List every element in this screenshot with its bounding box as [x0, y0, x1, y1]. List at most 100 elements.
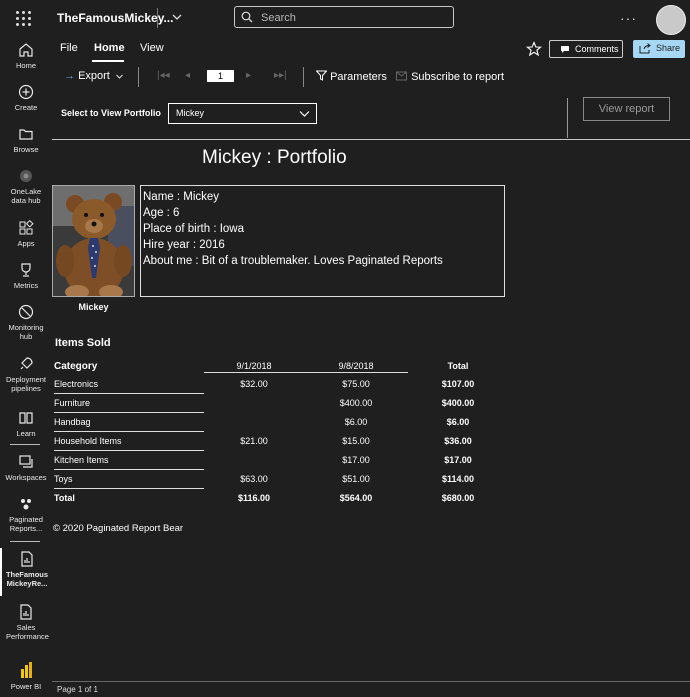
nav-label: Browse — [13, 145, 39, 154]
profile-about: About me : Bit of a troublemaker. Loves … — [143, 255, 443, 267]
table-row: Electronics $32.00 $75.00 $107.00 — [54, 375, 508, 394]
previous-page-icon[interactable]: ◂ — [185, 70, 190, 81]
share-button[interactable]: Share — [633, 40, 685, 58]
paginated-workspace-icon — [21, 499, 31, 510]
export-label: Export — [78, 70, 110, 82]
app-launcher-icon[interactable] — [14, 9, 34, 29]
total-cell: $400.00 — [441, 398, 475, 408]
nav-thefamousmickey-report[interactable]: TheFamous MickeyRe... — [0, 548, 52, 596]
table-row: Furniture $400.00 $400.00 — [54, 393, 508, 413]
nav-workspaces[interactable]: Workspaces — [0, 454, 52, 482]
value-cell: $51.00 — [342, 474, 370, 484]
rocket-icon — [20, 357, 33, 370]
chevron-down-icon — [299, 111, 310, 117]
workspaces-icon — [19, 455, 33, 468]
total-value-cell: $116.00 — [237, 492, 271, 503]
total-label-cell: Total — [54, 493, 75, 503]
export-button[interactable]: → Export — [64, 70, 124, 82]
menu-home[interactable]: Home — [94, 42, 125, 54]
parameters-button[interactable]: Parameters — [315, 70, 387, 83]
subscribe-mail-icon — [396, 71, 407, 81]
nav-learn[interactable]: Learn — [0, 410, 52, 438]
value-cell: $6.00 — [344, 417, 368, 427]
photo-caption: Mickey — [78, 302, 109, 312]
top-bar: TheFamousMickey... ··· — [0, 0, 690, 36]
avatar[interactable] — [656, 5, 686, 35]
more-options-icon[interactable]: ··· — [620, 10, 637, 26]
teddy-bear-photo — [52, 185, 135, 297]
category-cell: Household Items — [54, 431, 204, 451]
profile-name: Name : Mickey — [143, 191, 220, 203]
page-number-input[interactable]: 1 — [207, 70, 234, 82]
portfolio-select[interactable]: Mickey — [168, 103, 317, 124]
nav-paginated-reports-workspace[interactable]: Paginated Reports... — [0, 496, 52, 533]
nav-label: Paginated Reports... — [9, 515, 43, 533]
nav-create[interactable]: Create — [0, 84, 52, 112]
report-title-breadcrumb[interactable]: TheFamousMickey... — [57, 11, 173, 25]
nav-metrics[interactable]: Metrics — [0, 262, 52, 290]
total-cell: $36.00 — [444, 436, 472, 446]
export-arrow-icon: → — [64, 70, 75, 82]
category-cell: Electronics — [54, 375, 204, 394]
next-page-icon[interactable]: ▸ — [246, 70, 251, 81]
comments-label: Comments — [575, 44, 619, 54]
nav-label: Workspaces — [5, 473, 47, 482]
profile-age: Age : 6 — [143, 207, 180, 219]
value-cell — [204, 413, 304, 432]
nav-onelake[interactable]: OneLake data hub — [0, 168, 52, 205]
comment-icon — [561, 46, 569, 53]
column-header: 9/8/2018 — [338, 361, 374, 371]
onelake-icon — [20, 170, 32, 182]
divider — [303, 67, 304, 87]
subscribe-button[interactable]: Subscribe to report — [396, 70, 504, 83]
book-icon — [19, 412, 33, 424]
table-row: Toys $63.00 $51.00 $114.00 — [54, 469, 508, 489]
copyright-text: © 2020 Paginated Report Bear — [53, 523, 184, 534]
powerbi-logo-icon — [21, 662, 32, 678]
view-report-button[interactable]: View report — [583, 97, 670, 121]
value-cell: $400.00 — [339, 398, 373, 408]
parameter-label: Select to View Portfolio — [61, 108, 161, 118]
chevron-down-icon — [116, 74, 123, 79]
column-header: 9/1/2018 — [236, 361, 272, 371]
home-icon — [19, 43, 33, 57]
category-cell: Toys — [54, 469, 204, 489]
table-row: Handbag $6.00 $6.00 — [54, 412, 508, 432]
menu-view[interactable]: View — [140, 42, 164, 54]
nav-label: Sales Performance — [6, 623, 49, 641]
nav-sales-performance[interactable]: Sales Performance — [0, 604, 52, 641]
page-indicator: Page 1 of 1 — [57, 685, 98, 694]
nav-monitoring[interactable]: Monitoring hub — [0, 304, 52, 341]
chevron-down-icon[interactable] — [170, 10, 184, 24]
nav-browse[interactable]: Browse — [0, 126, 52, 154]
divider — [567, 98, 568, 138]
nav-home[interactable]: Home — [0, 42, 52, 70]
divider — [157, 8, 158, 28]
nav-powerbi[interactable]: Power BI — [0, 661, 52, 691]
value-cell: $63.00 — [240, 474, 268, 484]
search-input[interactable] — [259, 9, 451, 27]
first-page-icon[interactable]: |◂◂ — [157, 70, 170, 81]
nav-deployment-pipelines[interactable]: Deployment pipelines — [0, 356, 52, 393]
nav-label: OneLake data hub — [10, 187, 42, 205]
nav-label: Deployment pipelines — [5, 375, 47, 393]
nav-label: Apps — [17, 239, 35, 248]
category-cell: Kitchen Items — [54, 450, 204, 470]
favorite-star-icon[interactable] — [526, 41, 542, 57]
menu-file[interactable]: File — [60, 42, 78, 54]
nav-apps[interactable]: Apps — [0, 220, 52, 248]
grand-total-cell: $680.00 — [441, 492, 475, 503]
comments-button[interactable]: Comments — [549, 40, 623, 58]
category-cell: Handbag — [54, 412, 204, 432]
search-box[interactable] — [234, 6, 454, 28]
left-navigation: Home Create Browse OneLake data hub Apps… — [0, 36, 52, 697]
last-page-icon[interactable]: ▸▸| — [274, 70, 287, 81]
nav-label: Home — [15, 61, 36, 70]
divider — [138, 67, 139, 87]
active-tab-indicator — [92, 60, 124, 62]
nav-divider — [10, 541, 40, 542]
portfolio-select-value: Mickey — [176, 108, 205, 118]
table-total-row: Total $116.00 $564.00 $680.00 — [54, 489, 508, 508]
column-header: Category — [54, 360, 98, 372]
nav-label: Monitoring hub — [8, 323, 44, 341]
